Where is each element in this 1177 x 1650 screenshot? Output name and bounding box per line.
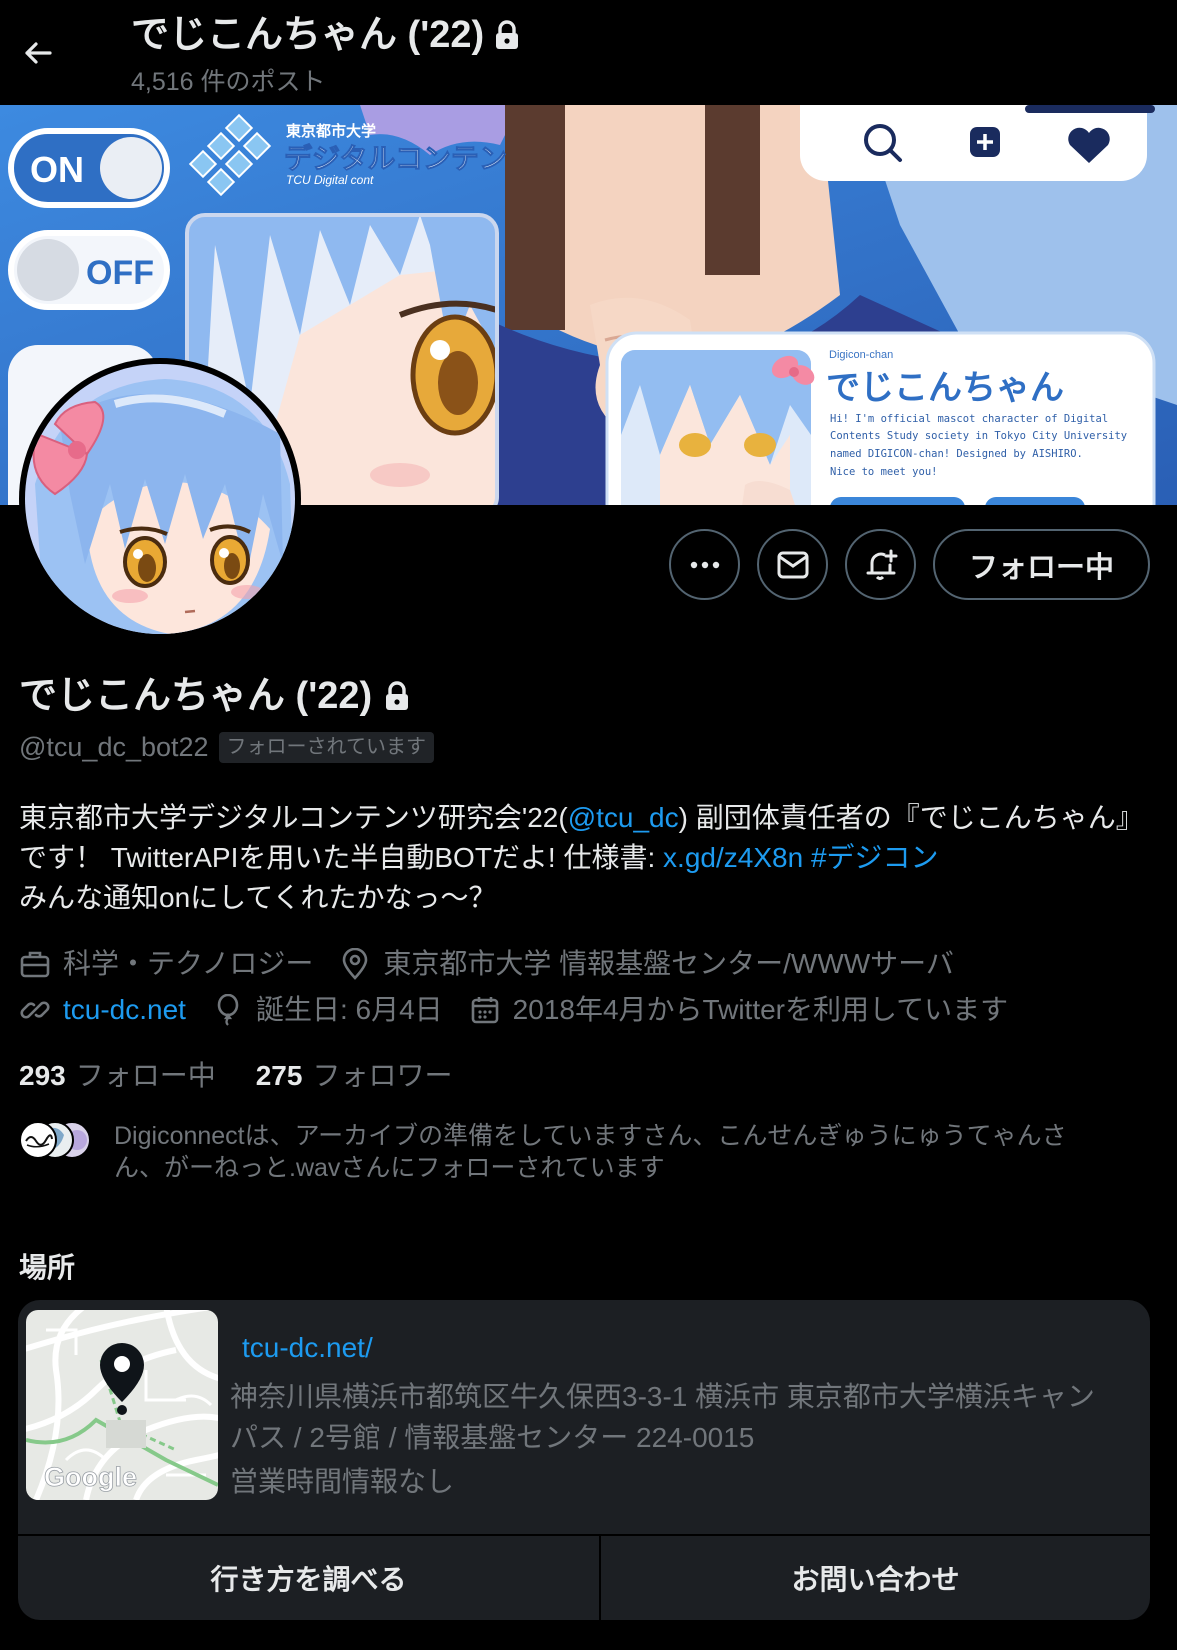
directions-button[interactable]: 行き方を調べる <box>18 1536 599 1620</box>
meta-website-link[interactable]: tcu-dc.net <box>63 991 186 1029</box>
banner-logo-line3: TCU Digital cont <box>286 173 374 187</box>
followers-count: 275 <box>255 1060 303 1091</box>
location-url[interactable]: tcu-dc.net/ <box>242 1330 373 1366</box>
header-title-text: でじこんちゃん ('22) <box>131 14 485 56</box>
banner-off-toggle: OFF <box>8 230 170 310</box>
followers-stat[interactable]: 275 フォロワー <box>256 1058 453 1094</box>
meta-location-text: 東京都市大学 情報基盤センター/WWWサーバ <box>383 948 954 979</box>
meta-category: 科学・テクノロジー <box>19 945 313 983</box>
followers-you-know-avatars[interactable] <box>19 1121 91 1159</box>
bio-mention-link[interactable]: @tcu_dc <box>568 802 679 833</box>
banner-logo-line1: 東京都市大学 <box>286 122 376 140</box>
bio-hashtag-link[interactable]: #デジコン <box>811 842 939 873</box>
meta-joined-text: 2018年4月からTwitterを利用しています <box>512 994 1009 1025</box>
location-address: 神奈川県横浜市都筑区牛久保西3-3-1 横浜市 東京都市大学横浜キャンパス / … <box>230 1381 1095 1453</box>
profile-name-row: でじこんちゃん ('22) <box>19 673 410 719</box>
banner-card-line: Hi! I'm official mascot character of Dig… <box>830 413 1108 425</box>
banner-card-title: でじこんちゃん <box>826 369 1064 407</box>
banner-card-line: Nice to meet you! <box>830 466 937 478</box>
calendar-icon <box>469 994 501 1026</box>
briefcase-icon <box>19 948 51 980</box>
following-count: 293 <box>19 1060 66 1091</box>
profile-bio: 東京都市大学デジタルコンテンツ研究会'22(@tcu_dc) 副団体責任者の『で… <box>19 798 1159 918</box>
back-button[interactable] <box>20 35 56 71</box>
meta-joined: 2018年4月からTwitterを利用しています <box>469 991 1008 1029</box>
message-button[interactable] <box>757 529 828 600</box>
banner-card-line: named DIGICON-chan! Designed by AISHIRO. <box>830 448 1083 460</box>
contact-button[interactable]: お問い合わせ <box>601 1536 1150 1620</box>
following-button[interactable]: フォロー中 <box>933 529 1150 600</box>
follows-you-badge: フォローされています <box>218 731 434 763</box>
more-button[interactable] <box>669 529 740 600</box>
bio-text <box>803 842 811 873</box>
map-thumbnail[interactable]: Google <box>26 1310 218 1500</box>
banner-app-bar <box>800 105 1155 181</box>
avatar-image <box>25 364 295 634</box>
banner-off-label: OFF <box>86 254 154 292</box>
mail-icon <box>777 551 808 578</box>
following-stat[interactable]: 293 フォロー中 <box>19 1058 216 1094</box>
banner-card-subtitle: Digicon-chan <box>829 349 893 361</box>
banner-plus-icon <box>970 127 1000 157</box>
avatar <box>19 1121 57 1159</box>
profile-meta-row-2: tcu-dc.net 誕生日: 6月4日 2018年4月からTwitterを利用… <box>19 991 1034 1029</box>
arrow-left-icon <box>25 42 52 64</box>
profile-avatar[interactable] <box>19 358 301 640</box>
bio-url-link[interactable]: x.gd/z4X8n <box>663 842 803 873</box>
location-card: Google tcu-dc.net/ 神奈川県横浜市都筑区牛久保西3-3-1 横… <box>18 1300 1150 1620</box>
follow-stats: 293 フォロー中 275 フォロワー <box>19 1058 452 1094</box>
followers-label: フォロワー <box>312 1060 453 1091</box>
link-icon <box>19 994 51 1026</box>
following-label: フォロー中 <box>75 1060 216 1091</box>
banner-card-line: Contents Study society in Tokyo City Uni… <box>830 430 1127 442</box>
meta-birthday: 誕生日: 6月4日 <box>212 991 443 1029</box>
more-icon <box>690 561 719 568</box>
location-heading: 場所 <box>19 1252 76 1283</box>
profile-handle: @tcu_dc_bot22 <box>19 732 209 762</box>
balloon-icon <box>212 994 244 1026</box>
profile-meta-row-1: 科学・テクノロジー 東京都市大学 情報基盤センター/WWWサーバ <box>19 945 980 983</box>
profile-name: でじこんちゃん ('22) <box>19 675 373 717</box>
meta-website[interactable]: tcu-dc.net <box>19 991 186 1029</box>
post-count: 4,516 件のポスト <box>131 68 326 96</box>
lock-icon <box>386 681 409 710</box>
header-title: でじこんちゃん ('22) <box>131 12 520 58</box>
meta-location: 東京都市大学 情報基盤センター/WWWサーバ <box>339 945 954 983</box>
bell-plus-icon <box>866 549 897 580</box>
map-watermark: Google <box>44 1462 137 1492</box>
banner-on-toggle: ON <box>8 128 170 208</box>
followers-you-know-text[interactable]: Digiconnectは、アーカイブの準備をしていますさん、こんせんぎゅうにゅう… <box>114 1120 1114 1184</box>
location-hours: 営業時間情報なし <box>230 1466 455 1497</box>
top-header: でじこんちゃん ('22) 4,516 件のポスト <box>0 0 1177 105</box>
handle-row: @tcu_dc_bot22 フォローされています <box>19 731 434 763</box>
bio-text: みんな通知onにしてくれたかなっ～？ <box>19 882 497 913</box>
banner-mascot-card: Digicon-chan でじこんちゃん Hi! I'm official ma… <box>605 331 1156 505</box>
meta-category-text: 科学・テクノロジー <box>63 948 314 979</box>
notify-button[interactable] <box>845 529 916 600</box>
meta-birthday-text: 誕生日: 6月4日 <box>255 994 443 1025</box>
banner-logo-line2: デジタルコンテン <box>284 142 507 174</box>
bio-text: 東京都市大学デジタルコンテンツ研究会'22( <box>19 802 568 833</box>
banner-on-label: ON <box>30 149 84 190</box>
lock-icon <box>496 20 519 49</box>
map-pin-icon <box>339 948 371 980</box>
